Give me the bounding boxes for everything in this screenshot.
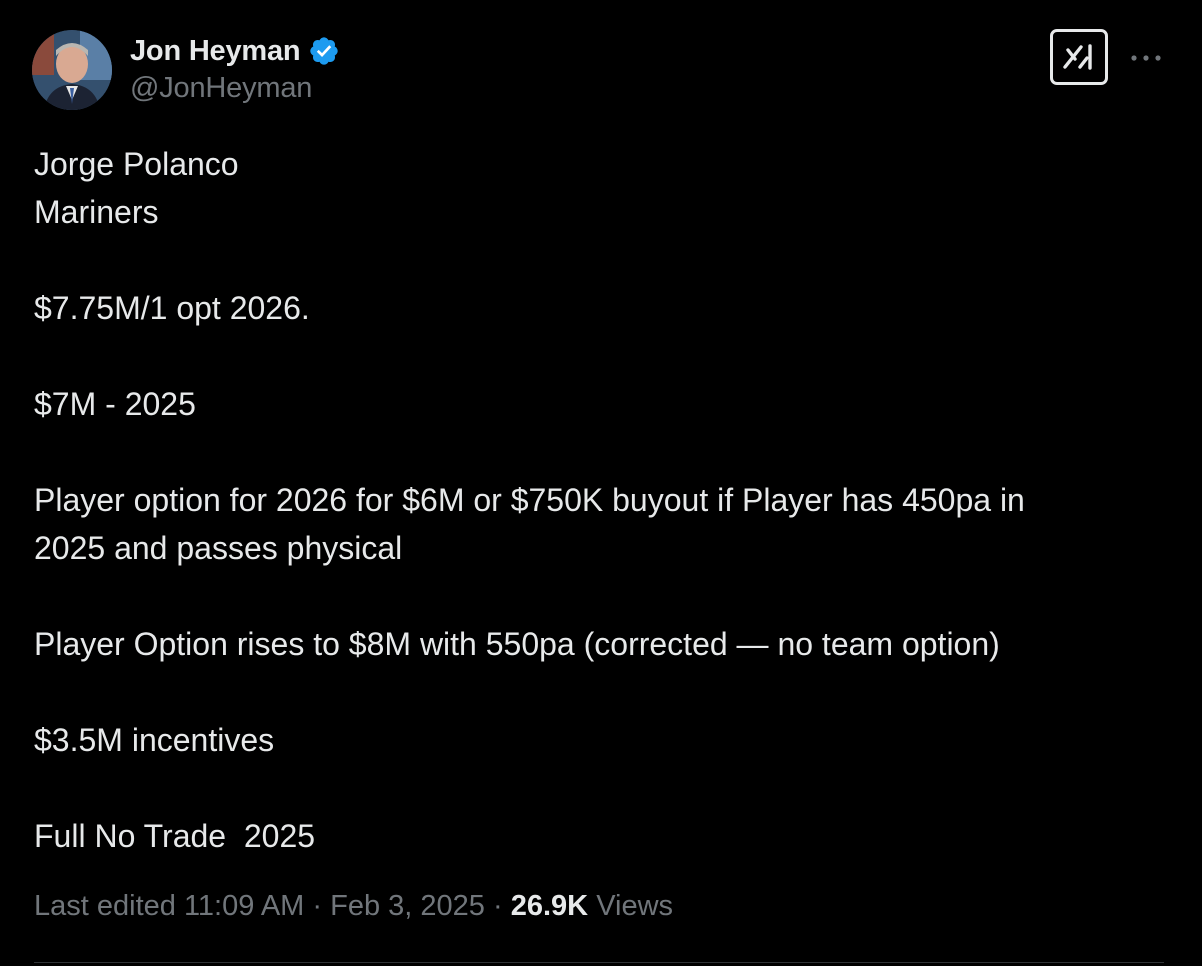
views-count[interactable]: 26.9K — [511, 890, 588, 922]
tweet-text-line: Jorge Polanco — [34, 146, 239, 182]
tweet-text-line: 2025 and passes physical — [34, 530, 403, 566]
divider — [34, 962, 1164, 963]
tweet-text-line — [34, 668, 1164, 716]
tweet-text-line — [34, 428, 1164, 476]
tweet-text-line: $7.75M/1 opt 2026. — [34, 290, 310, 326]
tweet-text-line — [34, 236, 1164, 284]
more-icon — [1131, 55, 1161, 61]
tweet-text-line — [34, 332, 1164, 380]
tweet-metadata: Last edited 11:09 AM · Feb 3, 2025 · 26.… — [34, 890, 673, 923]
tweet-text-line: Mariners — [34, 194, 159, 230]
grok-button[interactable] — [1050, 29, 1108, 85]
tweet-text-line: $3.5M incentives — [34, 722, 275, 758]
tweet-time[interactable]: 11:09 AM — [184, 890, 304, 922]
tweet-date[interactable]: Feb 3, 2025 — [330, 890, 485, 922]
author-info[interactable]: Jon Heyman @JonHeyman — [130, 32, 340, 105]
tweet-text-line — [34, 764, 1164, 812]
tweet-text-line: $7M - 2025 — [34, 386, 196, 422]
author-display-name[interactable]: Jon Heyman — [130, 35, 301, 68]
tweet-text-line — [34, 572, 1164, 620]
tweet: Jon Heyman @JonHeyman Jorge Polanco Mari… — [0, 0, 1202, 966]
edited-label[interactable]: Last edited — [34, 890, 176, 922]
avatar-image — [32, 30, 112, 110]
verified-badge-icon[interactable] — [308, 35, 340, 67]
tweet-text: Jorge Polanco Mariners $7.75M/1 opt 2026… — [34, 140, 1164, 860]
views-label[interactable]: Views — [596, 890, 673, 922]
tweet-text-line: Player option for 2026 for $6M or $750K … — [34, 482, 1025, 518]
more-options-button[interactable] — [1128, 44, 1164, 72]
tweet-text-line: Player Option rises to $8M with 550pa (c… — [34, 626, 1000, 662]
meta-separator: · — [493, 890, 503, 922]
tweet-text-line: Full No Trade 2025 — [34, 818, 316, 854]
avatar[interactable] — [32, 30, 112, 110]
meta-separator: · — [312, 890, 323, 922]
grok-icon — [1063, 44, 1092, 70]
author-handle[interactable]: @JonHeyman — [130, 72, 340, 105]
